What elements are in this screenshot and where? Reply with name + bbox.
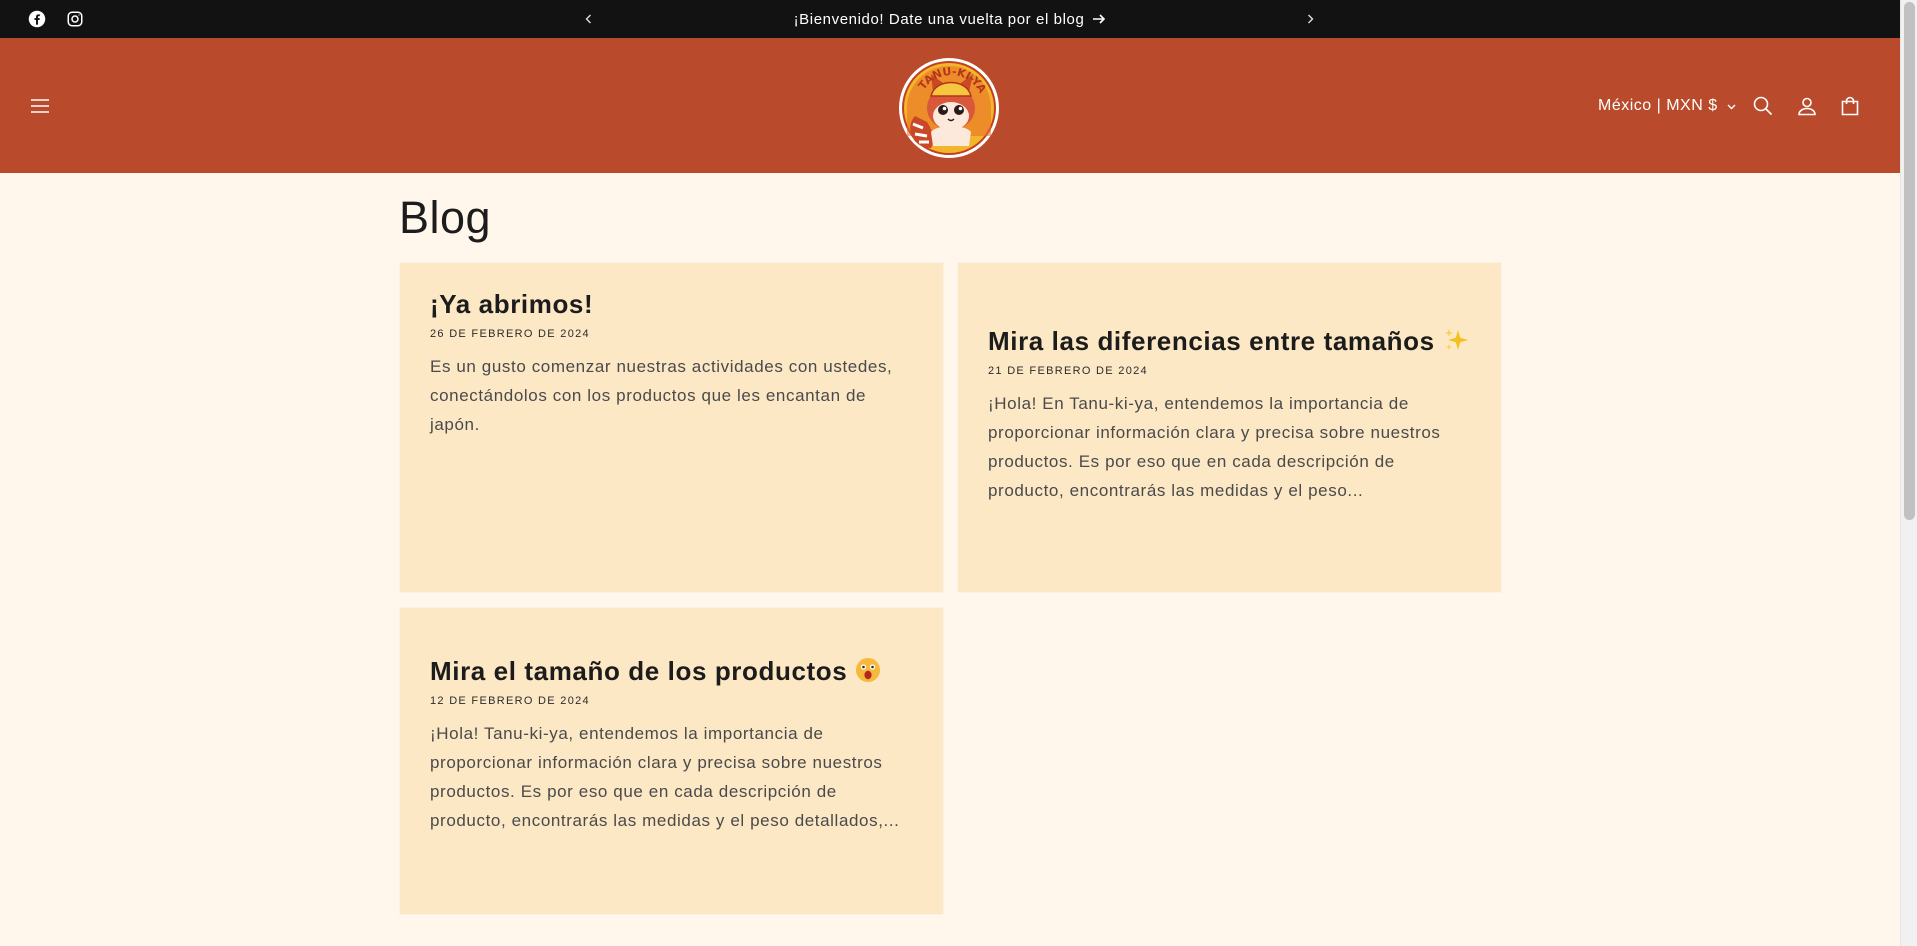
article-title-text: Mira las diferencias entre tamaños <box>988 326 1435 356</box>
site-header: TANU-KI-YA México | MXN $ <box>0 38 1900 173</box>
article-date: 26 DE FEBRERO DE 2024 <box>430 328 590 340</box>
article-card[interactable]: ¡Ya abrimos! 26 DE FEBRERO DE 2024 Es un… <box>400 263 943 592</box>
country-currency-selector[interactable]: México | MXN $ <box>1598 94 1737 118</box>
account-icon[interactable] <box>1793 92 1821 120</box>
instagram-icon[interactable] <box>65 9 85 29</box>
astonished-face-icon <box>856 658 881 682</box>
chevron-down-icon <box>1727 104 1736 109</box>
announcement-link[interactable]: ¡Bienvenido! Date una vuelta por el blog <box>610 0 1290 38</box>
article-title-text: Mira el tamaño de los productos <box>430 656 848 686</box>
page-scrollbar[interactable] <box>1900 0 1917 946</box>
site-logo[interactable]: TANU-KI-YA <box>897 56 1001 160</box>
next-announcement-button[interactable] <box>1300 9 1320 29</box>
article-excerpt: ¡Hola! En Tanu-ki-ya, entendemos la impo… <box>988 394 1441 500</box>
article-date: 12 DE FEBRERO DE 2024 <box>430 695 590 707</box>
article-excerpt: ¡Hola! Tanu-ki-ya, entendemos la importa… <box>430 724 900 830</box>
announcement-text: ¡Bienvenido! Date una vuelta por el blog <box>793 10 1085 28</box>
scrollbar-thumb[interactable] <box>1904 2 1915 520</box>
article-title[interactable]: Mira las diferencias entre tamaños <box>988 323 1471 359</box>
article-title[interactable]: Mira el tamaño de los productos <box>430 653 913 689</box>
article-card[interactable]: Mira las diferencias entre tamaños 21 DE… <box>958 263 1501 592</box>
article-date: 21 DE FEBRERO DE 2024 <box>988 365 1148 377</box>
locale-label: México | MXN $ <box>1598 97 1718 114</box>
menu-icon[interactable] <box>26 92 54 120</box>
sparkles-icon <box>1444 329 1468 350</box>
article-card[interactable]: Mira el tamaño de los productos 12 DE FE… <box>400 608 943 914</box>
announcement-bar: ¡Bienvenido! Date una vuelta por el blog <box>0 0 1917 38</box>
article-title[interactable]: ¡Ya abrimos! <box>430 286 913 322</box>
page-title: Blog <box>399 192 492 243</box>
article-excerpt: Es un gusto comenzar nuestras actividade… <box>430 357 893 434</box>
facebook-icon[interactable] <box>27 9 47 29</box>
arrow-right-icon <box>1093 14 1106 24</box>
search-icon[interactable] <box>1749 92 1777 120</box>
cart-icon[interactable] <box>1836 92 1864 120</box>
previous-announcement-button[interactable] <box>579 9 599 29</box>
